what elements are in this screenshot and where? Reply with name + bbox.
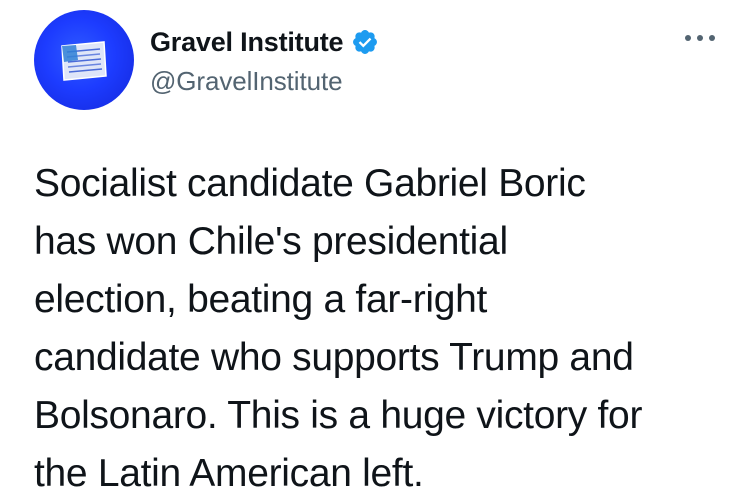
- tweet-card: Gravel Institute @GravelInstitute Social…: [0, 0, 750, 493]
- gravel-institute-logo-icon: [61, 41, 107, 81]
- tweet-text-line: the Latin American left.: [34, 452, 424, 493]
- author-handle[interactable]: @GravelInstitute: [150, 66, 343, 96]
- tweet-text: Socialist candidate Gabriel Boric has wo…: [34, 155, 734, 493]
- tweet-text-line: candidate who supports Trump and: [34, 336, 634, 379]
- tweet-text-line: has won Chile's presidential: [34, 220, 508, 263]
- verified-badge-icon: [351, 28, 379, 56]
- tweet-text-line: Bolsonaro. This is a huge victory for: [34, 394, 643, 437]
- tweet-text-line: Socialist candidate Gabriel Boric: [34, 162, 586, 205]
- more-options-icon: [685, 35, 715, 41]
- more-options-button[interactable]: [680, 26, 720, 50]
- author-name-row[interactable]: Gravel Institute: [150, 27, 379, 57]
- display-name[interactable]: Gravel Institute: [150, 27, 344, 57]
- tweet-text-line: election, beating a far-right: [34, 278, 488, 321]
- avatar[interactable]: [34, 10, 134, 110]
